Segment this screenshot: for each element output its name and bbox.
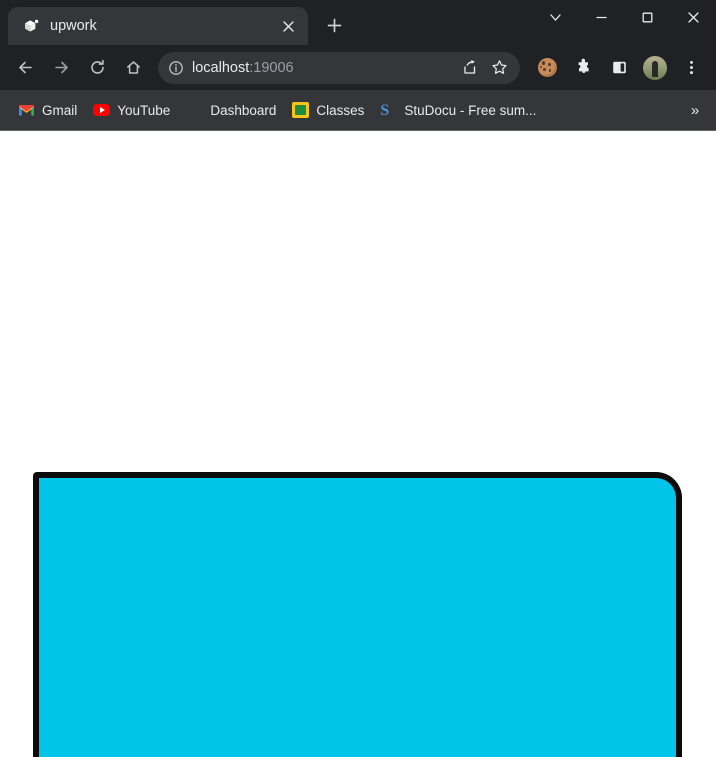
tab-upwork[interactable]: upwork [8,7,308,45]
minimize-icon[interactable] [578,0,624,34]
close-icon[interactable] [278,16,298,36]
browser-window: upwork localhost:19006 Gmail YouTube Das… [0,0,716,757]
close-window-icon[interactable] [670,0,716,34]
bookmark-dashboard[interactable]: Dashboard [178,98,284,123]
bookmark-label: Gmail [42,102,78,118]
youtube-icon [93,102,111,119]
url-host: localhost [192,59,250,76]
classroom-icon [292,101,310,119]
avatar[interactable] [638,51,672,85]
share-icon[interactable] [456,55,482,81]
chrome-menu-icon[interactable] [674,51,708,85]
forward-icon[interactable] [44,51,78,85]
extensions-puzzle-icon[interactable] [566,51,600,85]
back-icon[interactable] [8,51,42,85]
bookmark-youtube[interactable]: YouTube [85,98,178,123]
bookmark-label: StuDocu - Free sum... [404,102,537,118]
bookmarks-bar: Gmail YouTube Dashboard Classes S StuDoc… [0,90,716,131]
cyan-rounded-box [33,472,682,757]
page-viewport [0,131,716,757]
omnibox-actions [456,55,512,81]
home-icon[interactable] [116,51,150,85]
browser-toolbar: localhost:19006 [0,45,716,90]
url-port: :19006 [249,59,294,76]
bookmark-label: Dashboard [210,102,277,118]
tab-search-icon[interactable] [532,0,578,34]
bookmark-studocu[interactable]: S StuDocu - Free sum... [372,98,544,123]
tab-title: upwork [50,18,97,34]
gmail-icon [18,102,35,119]
bookmark-label: YouTube [117,102,171,118]
tab-strip: upwork [0,0,716,45]
window-controls [532,0,716,34]
address-bar[interactable]: localhost:19006 [158,51,520,84]
dashboard-icon [186,102,203,119]
cookie-icon[interactable] [530,51,564,85]
reload-icon[interactable] [80,51,114,85]
bookmark-classes[interactable]: Classes [284,98,372,123]
new-tab-button[interactable] [320,11,348,39]
site-info-icon[interactable] [168,60,184,76]
url-text: localhost:19006 [192,60,448,76]
side-panel-icon[interactable] [602,51,636,85]
bookmarks-overflow-icon[interactable]: » [684,99,706,121]
bookmark-label: Classes [316,102,365,118]
bookmark-gmail[interactable]: Gmail [10,98,85,123]
maximize-icon[interactable] [624,0,670,34]
bookmark-star-icon[interactable] [486,55,512,81]
expo-cube-icon [22,17,40,35]
studocu-icon: S [380,101,390,119]
